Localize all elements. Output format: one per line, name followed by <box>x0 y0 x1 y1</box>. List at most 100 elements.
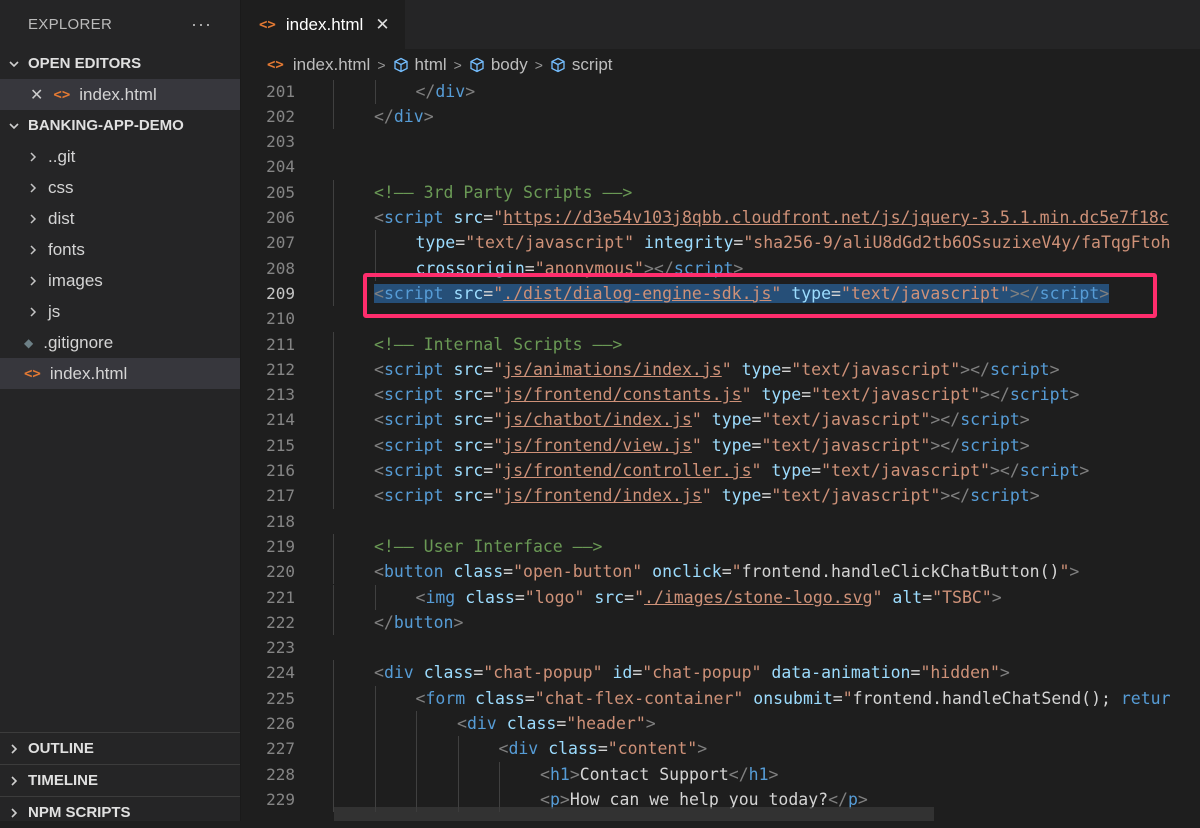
file-tree-item[interactable]: images <box>0 265 240 296</box>
code-line[interactable]: <script src="js/animations/index.js" typ… <box>374 357 1060 382</box>
code-token: = <box>483 435 494 455</box>
git-file-icon: ◆ <box>24 335 34 350</box>
code-editor[interactable]: 201 </div> 202 </div> 203 204 205 <!—— 3rd Part… <box>241 80 1200 821</box>
code-line[interactable]: crossorigin="anonymous"></script> <box>416 256 744 281</box>
open-editors-section[interactable]: OPEN EDITORS <box>0 48 240 79</box>
code-token: ></ <box>1009 283 1040 303</box>
line-number: 227 <box>266 739 295 759</box>
file-tree-item[interactable]: css <box>0 172 240 203</box>
code-token: > <box>423 106 434 126</box>
file-tree-item[interactable]: js <box>0 296 240 327</box>
code-text: </div> <box>416 82 476 101</box>
file-tree-item[interactable]: ..git <box>0 141 240 172</box>
npm-scripts-section[interactable]: NPM SCRIPTS <box>0 796 240 828</box>
code-token: > <box>991 587 1002 607</box>
indent-guide <box>333 280 334 307</box>
breadcrumb-item-body[interactable]: body <box>491 55 528 75</box>
indent-guide <box>333 761 334 787</box>
code-line[interactable]: <h1>Contact Support</h1> <box>540 762 778 787</box>
timeline-section[interactable]: TIMELINE <box>0 764 240 796</box>
code-token: < <box>540 764 550 784</box>
code-token: = <box>483 283 494 303</box>
code-line[interactable]: type="text/javascript" integrity="sha256… <box>416 230 1171 255</box>
outline-section[interactable]: OUTLINE <box>0 732 240 764</box>
code-token: > <box>1029 486 1040 506</box>
close-icon[interactable]: ✕ <box>375 15 389 35</box>
code-line[interactable]: <!—— Internal Scripts ——> <box>374 332 622 357</box>
code-token: < <box>374 410 384 430</box>
code-token: class <box>465 587 515 607</box>
code-line[interactable]: <script src="js/frontend/controller.js" … <box>374 458 1089 483</box>
code-line[interactable]: <script src="js/chatbot/index.js" type="… <box>374 407 1030 432</box>
breadcrumb-item-script[interactable]: script <box>572 55 613 75</box>
code-line[interactable]: <!—— User Interface ——> <box>374 534 602 559</box>
file-tree-item[interactable]: <> index.html <box>0 358 240 389</box>
project-section[interactable]: BANKING-APP-DEMO <box>0 110 240 141</box>
open-editor-item[interactable]: ✕ <> index.html <box>0 79 240 110</box>
file-tree-item[interactable]: fonts <box>0 234 240 265</box>
code-token: = <box>483 385 494 405</box>
code-line[interactable]: <div class="header"> <box>457 711 656 736</box>
tab-index-html[interactable]: <> index.html ✕ <box>241 0 405 49</box>
code-line[interactable]: <script src="js/frontend/view.js" type="… <box>374 433 1030 458</box>
file-tree-label: index.html <box>49 363 128 383</box>
code-token: "anonymous" <box>534 258 644 278</box>
horizontal-scrollbar[interactable] <box>334 807 934 821</box>
chevron-right-icon <box>24 213 42 225</box>
code-token: src <box>453 435 484 455</box>
code-token: form <box>425 688 466 708</box>
breadcrumb-file[interactable]: index.html <box>293 55 370 75</box>
outline-label: OUTLINE <box>28 740 94 757</box>
indent-guide <box>333 103 334 130</box>
code-token: "logo" <box>524 587 585 607</box>
line-number: 205 <box>266 182 295 202</box>
code-line[interactable]: <div class="content"> <box>499 736 708 761</box>
code-token: frontend.handleClickChatButton() <box>741 562 1060 582</box>
code-line[interactable]: <form class="chat-flex-container" onsubm… <box>416 686 1171 711</box>
code-token: js/frontend/index.js <box>503 486 702 506</box>
code-text: crossorigin="anonymous"></script> <box>416 259 744 278</box>
code-line[interactable]: <img class="logo" src="./images/stone-lo… <box>416 585 1002 610</box>
code-token: < <box>374 562 384 582</box>
code-token: js/chatbot/index.js <box>503 410 692 430</box>
code-line[interactable]: <script src="js/frontend/index.js" type=… <box>374 483 1040 508</box>
code-line[interactable]: </button> <box>374 610 463 635</box>
breadcrumb-item-html[interactable]: html <box>415 55 447 75</box>
code-token: type <box>711 435 752 455</box>
code-line[interactable]: <!—— 3rd Party Scripts ——> <box>374 180 632 205</box>
code-line[interactable]: <div class="chat-popup" id="chat-popup" … <box>374 660 1010 685</box>
code-token: src <box>453 461 484 480</box>
code-line[interactable]: <script src="js/frontend/constants.js" t… <box>374 382 1079 407</box>
indent-guide <box>333 711 334 737</box>
symbol-cube-icon <box>470 57 484 72</box>
code-line[interactable]: </div> <box>374 104 434 129</box>
close-icon[interactable]: ✕ <box>30 85 43 105</box>
file-tree-item[interactable]: ◆ .gitignore <box>0 327 240 358</box>
code-token: ./dist/dialog-engine-sdk.js <box>503 283 772 303</box>
code-token: < <box>457 714 467 733</box>
code-token: = <box>624 587 635 607</box>
code-token: class <box>475 688 525 708</box>
indent-guide <box>374 80 376 104</box>
code-line[interactable]: <script src="./dist/dialog-engine-sdk.js… <box>374 281 1110 306</box>
npm-scripts-label: NPM SCRIPTS <box>28 804 131 821</box>
indent-guide <box>333 533 334 560</box>
code-line[interactable]: </div> <box>416 80 476 104</box>
indent-guide <box>333 736 334 762</box>
code-token: = <box>721 562 732 582</box>
code-token: < <box>374 435 384 455</box>
code-line[interactable]: <script src="https://d3e54v103j8qbb.clou… <box>374 205 1169 230</box>
code-line[interactable]: <button class="open-button" onclick="fro… <box>374 559 1079 584</box>
indent-guide <box>333 584 334 610</box>
file-tree-item[interactable]: dist <box>0 203 240 234</box>
more-actions-icon[interactable]: ··· <box>191 14 212 35</box>
code-token: "text/javascript" <box>821 461 990 480</box>
line-number: 203 <box>266 132 295 152</box>
code-token: = <box>751 410 762 430</box>
